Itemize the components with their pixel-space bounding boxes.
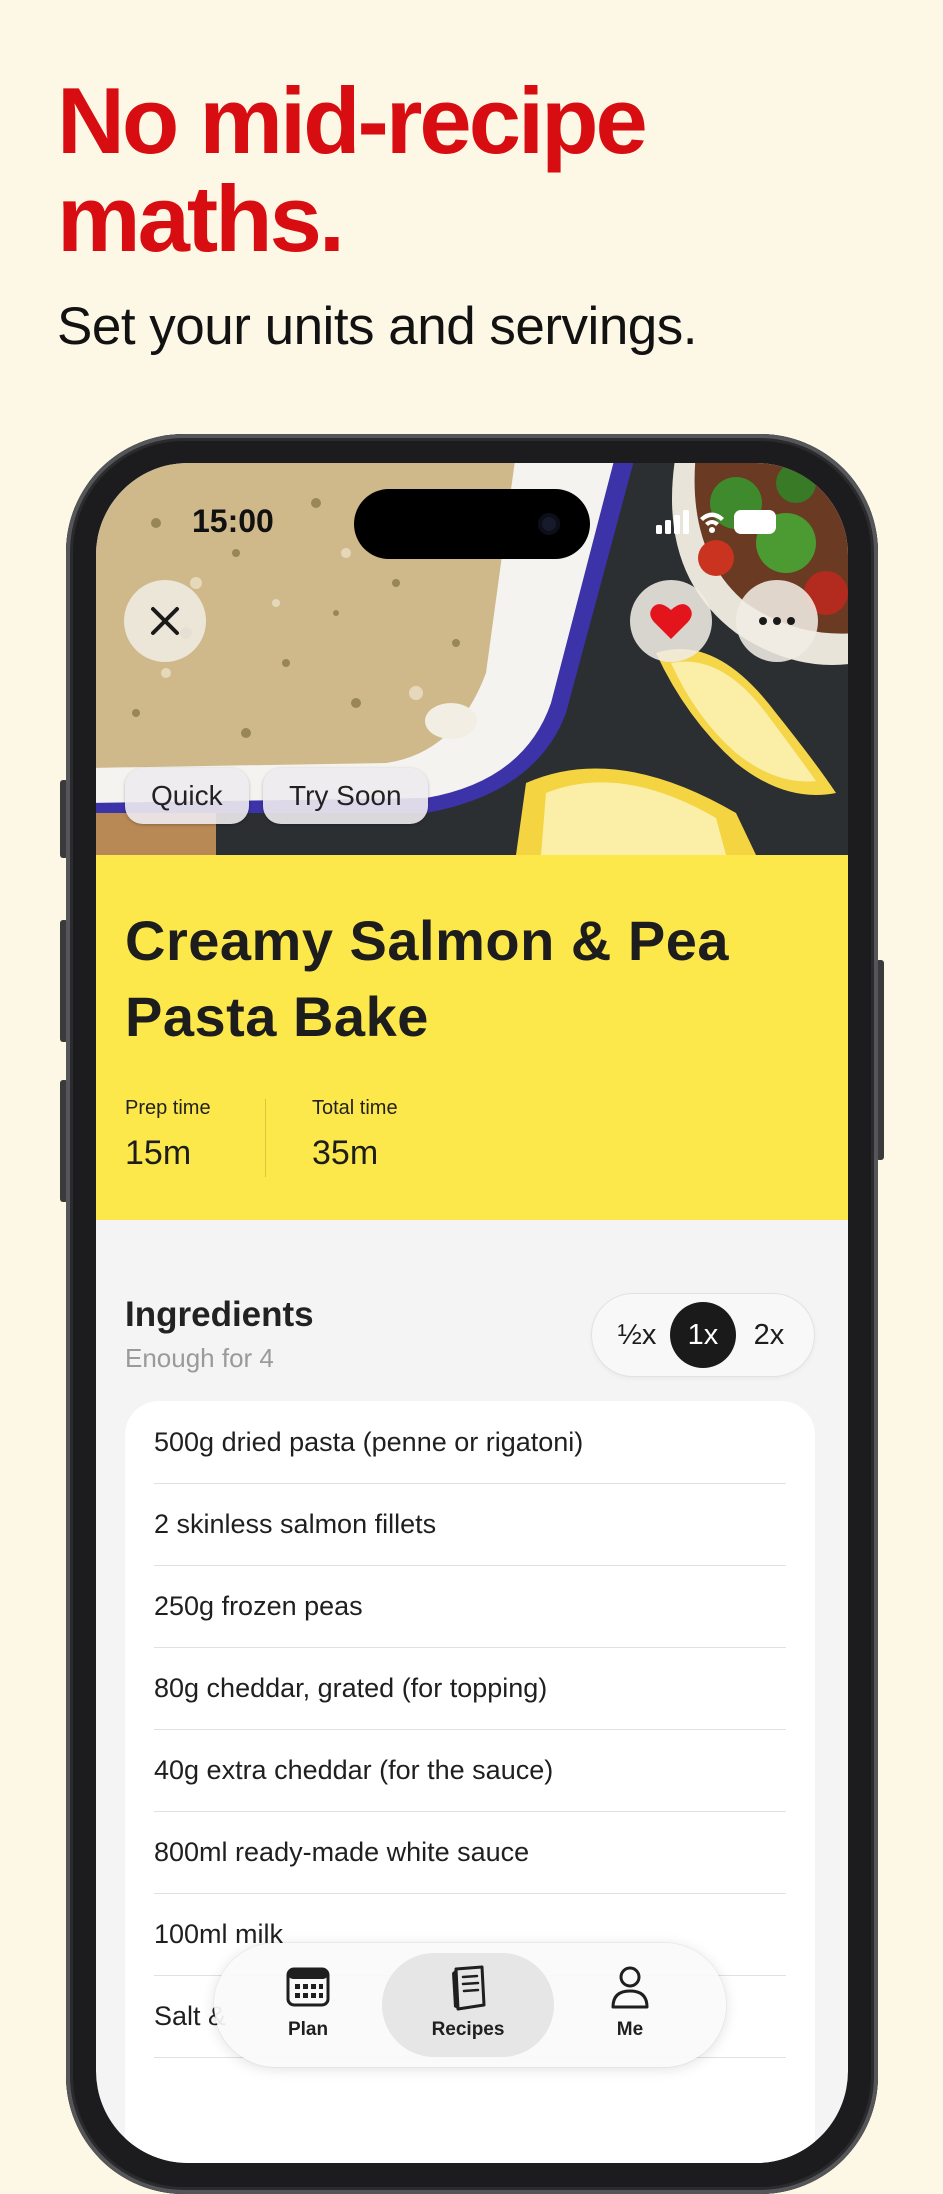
- scale-2x-button[interactable]: 2x: [736, 1294, 802, 1376]
- ellipsis-icon: [759, 617, 795, 625]
- tag-chip-try-soon[interactable]: Try Soon: [263, 768, 428, 824]
- prep-time-block: Prep time 15m: [125, 1097, 211, 1173]
- more-button[interactable]: [736, 580, 818, 662]
- ingredient-item: 800ml ready-made white sauce: [154, 1811, 786, 1894]
- marketing-headline: No mid-recipe maths.: [57, 68, 648, 271]
- recipe-title: Creamy Salmon & Pea Pasta Bake: [125, 909, 729, 1048]
- status-indicators-icon: [656, 510, 776, 534]
- time-divider: [265, 1099, 266, 1177]
- servings-text: Enough for 4: [125, 1343, 274, 1373]
- scale-half-button[interactable]: ½x: [604, 1294, 670, 1376]
- heart-icon: [650, 604, 692, 639]
- close-icon: [151, 607, 179, 635]
- total-time-value: 35m: [312, 1134, 379, 1172]
- recipe-title-panel: Creamy Salmon & Pea Pasta Bake Prep time…: [96, 855, 848, 1220]
- tab-me-label: Me: [616, 2019, 644, 2040]
- dynamic-island: [354, 489, 590, 559]
- ingredient-item: 500g dried pasta (penne or rigatoni): [154, 1401, 786, 1484]
- app-screen: 15:00 Quick Try Soon Creamy Salmon & Pea…: [96, 463, 848, 2163]
- status-icons: [656, 507, 780, 542]
- ingredient-item: 80g cheddar, grated (for topping): [154, 1647, 786, 1730]
- ingredient-item: 250g frozen peas: [154, 1565, 786, 1648]
- tag-chip-quick[interactable]: Quick: [125, 768, 249, 824]
- camera-icon: [538, 513, 560, 535]
- ingredient-item: 40g extra cheddar (for the sauce): [154, 1729, 786, 1812]
- marketing-subhead: Set your units and servings.: [57, 297, 698, 356]
- prep-time-label: Prep time: [125, 1097, 211, 1119]
- tab-recipes-label: Recipes: [431, 2019, 505, 2040]
- person-icon: [611, 1966, 649, 2009]
- book-icon: [452, 1965, 486, 2011]
- tab-plan[interactable]: Plan: [254, 1943, 362, 2067]
- prep-time-value: 15m: [125, 1134, 192, 1172]
- close-button[interactable]: [124, 580, 206, 662]
- tab-bar: Plan Recipes Me: [214, 1943, 726, 2067]
- total-time-label: Total time: [312, 1097, 398, 1119]
- calendar-icon: [286, 1967, 330, 2007]
- serving-scale-toggle: ½x 1x 2x: [592, 1294, 814, 1376]
- scale-1x-button[interactable]: 1x: [670, 1302, 736, 1368]
- tab-plan-label: Plan: [287, 2019, 329, 2040]
- tab-recipes[interactable]: Recipes: [382, 1943, 554, 2067]
- tab-me[interactable]: Me: [576, 1943, 684, 2067]
- favorite-button[interactable]: [630, 580, 712, 662]
- ingredient-item: 2 skinless salmon fillets: [154, 1483, 786, 1566]
- total-time-block: Total time 35m: [312, 1097, 398, 1173]
- status-time: 15:00: [192, 503, 274, 539]
- ingredients-heading: Ingredients: [125, 1295, 314, 1334]
